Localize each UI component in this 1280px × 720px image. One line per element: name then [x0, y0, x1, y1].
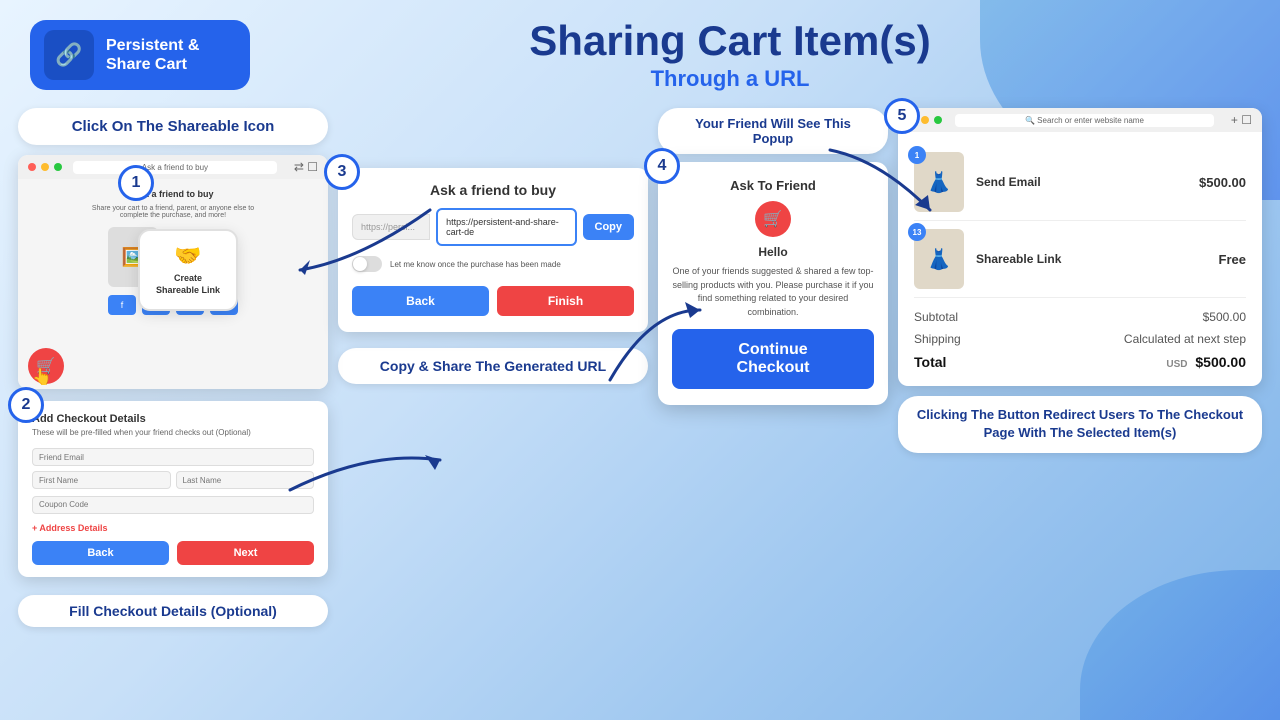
browser-inner-desc: Share your cart to a friend, parent, or … — [92, 205, 254, 219]
shareable-link-text: Create Shareable Link — [154, 273, 222, 296]
browser-dot-yellow — [41, 163, 49, 171]
item-1-price: $500.00 — [1199, 175, 1246, 190]
total-value: $500.00 — [1195, 354, 1246, 370]
form-desc: These will be pre-filled when your frien… — [32, 428, 314, 438]
browser-nav-icons: ⇄ ☐ — [294, 160, 318, 174]
popup-text: One of your friends suggested & shared a… — [672, 265, 874, 319]
checkout-nav-icons: + ☐ — [1231, 113, 1252, 127]
checkout-dot-yellow — [921, 116, 929, 124]
share-panel-title: Ask a friend to buy — [352, 182, 634, 198]
form-title: Add Checkout Details — [32, 413, 314, 425]
shipping-label: Shipping — [914, 332, 961, 346]
subtotal-value: $500.00 — [1203, 310, 1246, 324]
step1-browser: Ask a friend to buy ⇄ ☐ Ask a friend to … — [18, 155, 328, 389]
checkout-dot-green — [934, 116, 942, 124]
logo-icon: 🔗 — [44, 30, 94, 80]
subtotal-row: Subtotal $500.00 — [914, 306, 1246, 328]
browser-content: Ask a friend to buy Share your cart to a… — [18, 179, 328, 389]
step2-badge: 2 — [8, 387, 44, 423]
item-1-name: Send Email — [976, 175, 1187, 189]
subtotal-label: Subtotal — [914, 310, 958, 324]
popup-card: Ask To Friend 🛒 Hello One of your friend… — [658, 162, 888, 405]
total-row: Total USD $500.00 — [914, 350, 1246, 374]
friend-email-input[interactable] — [32, 448, 314, 466]
item-1-badge: 1 — [908, 146, 926, 164]
url-input-row: https://persi... https://persistent-and-… — [352, 208, 634, 246]
step3-back-button[interactable]: Back — [352, 286, 489, 316]
checkout-form-panel: Add Checkout Details These will be pre-f… — [18, 401, 328, 576]
share-url-panel: Ask a friend to buy https://persi... htt… — [338, 168, 648, 332]
checkout-url-bar: 🔍 Search or enter website name — [955, 114, 1214, 127]
popup-title: Ask To Friend — [672, 178, 874, 193]
share-icon-1[interactable]: f — [108, 295, 136, 315]
step1-badge: 1 — [118, 165, 154, 201]
logo-text: Persistent & Share Cart — [106, 36, 199, 74]
popup-hello: Hello — [672, 245, 874, 259]
shareable-icon: 🤝 — [154, 243, 222, 269]
notify-toggle[interactable] — [352, 256, 382, 272]
continue-checkout-button[interactable]: Continue Checkout — [672, 329, 874, 389]
item-2-price: Free — [1219, 252, 1246, 267]
browser-bar: Ask a friend to buy ⇄ ☐ — [18, 155, 328, 179]
shareable-link-box: 🤝 Create Shareable Link — [138, 229, 238, 310]
total-amount: USD $500.00 — [1166, 354, 1246, 370]
logo: 🔗 Persistent & Share Cart — [30, 20, 250, 90]
first-name-input[interactable] — [32, 471, 171, 489]
url-left-part: https://persi... — [352, 214, 430, 240]
step2-next-button[interactable]: Next — [177, 541, 314, 565]
total-label: Total — [914, 354, 946, 370]
checkout-browser-content: 1 👗 Send Email $500.00 13 👗 — [898, 132, 1262, 386]
step4-badge: 4 — [644, 148, 680, 184]
checkout-item-1: 1 👗 Send Email $500.00 — [914, 144, 1246, 221]
item-1-image: 1 👗 — [914, 152, 964, 212]
browser-dot-red — [28, 163, 36, 171]
popup-cart-icon: 🛒 — [755, 201, 791, 237]
currency-tag: USD — [1166, 359, 1187, 370]
checkout-browser: 🔍 Search or enter website name + ☐ 1 👗 S… — [898, 108, 1262, 386]
browser-url-bar: Ask a friend to buy — [73, 161, 277, 174]
last-name-input[interactable] — [176, 471, 315, 489]
address-details-link[interactable]: + Address Details — [32, 523, 314, 533]
toggle-label: Let me know once the purchase has been m… — [390, 260, 561, 269]
step5-badge: 5 — [884, 98, 920, 134]
friend-popup-label: Your Friend Will See This Popup — [658, 108, 888, 154]
share-back-finish-buttons: Back Finish — [352, 286, 634, 316]
shipping-row: Shipping Calculated at next step — [914, 328, 1246, 350]
copy-button[interactable]: Copy — [583, 214, 635, 240]
checkout-item-2: 13 👗 Shareable Link Free — [914, 221, 1246, 298]
step3-badge: 3 — [324, 154, 360, 190]
url-highlighted-input[interactable]: https://persistent-and-share-cart-de — [436, 208, 576, 246]
item-2-image: 13 👗 — [914, 229, 964, 289]
item-2-badge: 13 — [908, 223, 926, 241]
form-buttons: Back Next — [32, 541, 314, 565]
coupon-input[interactable] — [32, 496, 314, 514]
toggle-row: Let me know once the purchase has been m… — [352, 256, 634, 272]
click-icon-label: Click On The Shareable Icon — [18, 108, 328, 145]
redirect-label: Clicking The Button Redirect Users To Th… — [898, 396, 1262, 452]
copy-share-label: Copy & Share The Generated URL — [338, 348, 648, 384]
browser-dot-green — [54, 163, 62, 171]
step2-back-button[interactable]: Back — [32, 541, 169, 565]
item-2-name: Shareable Link — [976, 252, 1207, 266]
shipping-value: Calculated at next step — [1124, 332, 1246, 346]
fill-checkout-label: Fill Checkout Details (Optional) — [18, 595, 328, 627]
checkout-browser-bar: 🔍 Search or enter website name + ☐ — [898, 108, 1262, 132]
checkout-totals: Subtotal $500.00 Shipping Calculated at … — [914, 306, 1246, 374]
toggle-knob — [353, 257, 367, 271]
hand-icon: 👆 — [32, 367, 52, 387]
step3-finish-button[interactable]: Finish — [497, 286, 634, 316]
